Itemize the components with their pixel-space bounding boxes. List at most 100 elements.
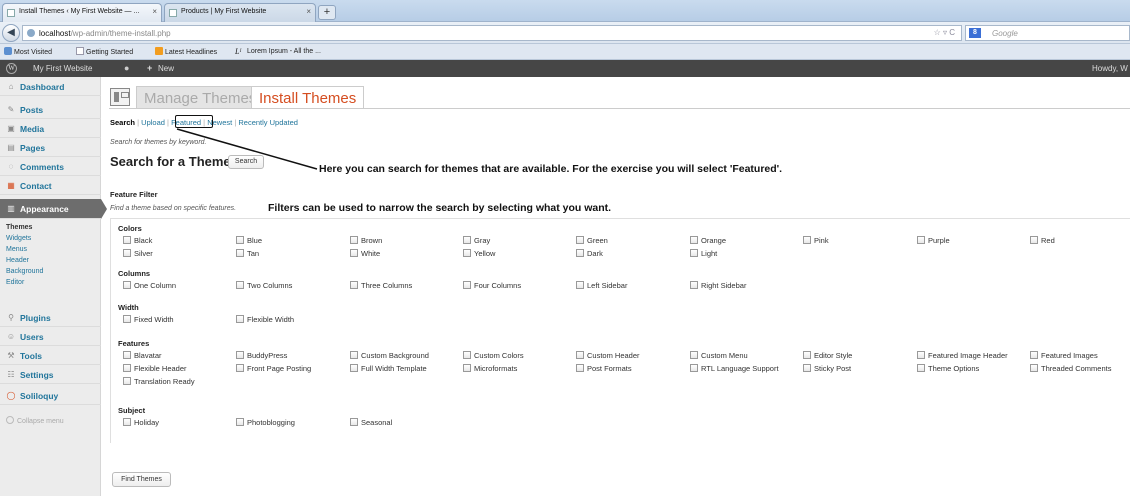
- sidebar-item-contact[interactable]: ▦ Contact: [0, 176, 101, 195]
- sidebar-item-pages[interactable]: ▤ Pages: [0, 138, 101, 157]
- sidebar-item-comments[interactable]: ◌ Comments: [0, 157, 101, 176]
- sidebar-item-users[interactable]: ☺ Users: [0, 327, 101, 346]
- submenu-editor[interactable]: Editor: [6, 279, 24, 286]
- filter-option[interactable]: Custom Background: [350, 351, 429, 360]
- sidebar-item-posts[interactable]: ✎ Posts: [0, 100, 101, 119]
- submenu-header[interactable]: Header: [6, 257, 29, 264]
- filter-checkbox[interactable]: [236, 364, 244, 372]
- url-bar-icons[interactable]: ☆ ▿ C: [934, 28, 955, 37]
- filter-option[interactable]: Full Width Template: [350, 364, 427, 373]
- filter-option[interactable]: Flexible Width: [236, 315, 294, 324]
- filter-checkbox[interactable]: [350, 351, 358, 359]
- filter-checkbox[interactable]: [463, 249, 471, 257]
- filter-checkbox[interactable]: [576, 249, 584, 257]
- filter-checkbox[interactable]: [236, 351, 244, 359]
- browser-tab-products[interactable]: Products | My First Website ×: [164, 3, 316, 22]
- sidebar-item-soliloquy[interactable]: ◯ Soliloquy: [0, 386, 101, 405]
- submenu-themes[interactable]: Themes: [6, 224, 32, 231]
- bookmark-latest-headlines[interactable]: Latest Headlines: [155, 47, 217, 56]
- filter-checkbox[interactable]: [917, 351, 925, 359]
- filter-option[interactable]: Tan: [236, 249, 259, 258]
- filter-checkbox[interactable]: [917, 364, 925, 372]
- filter-checkbox[interactable]: [123, 236, 131, 244]
- search-engine-icon[interactable]: 8: [969, 28, 981, 38]
- plus-icon[interactable]: +: [147, 63, 152, 73]
- filter-checkbox[interactable]: [123, 351, 131, 359]
- filter-option[interactable]: Four Columns: [463, 281, 521, 290]
- filter-option[interactable]: Dark: [576, 249, 603, 258]
- filter-option[interactable]: Gray: [463, 236, 490, 245]
- filter-checkbox[interactable]: [350, 281, 358, 289]
- filter-option[interactable]: Featured Images: [1030, 351, 1098, 360]
- wordpress-logo-icon[interactable]: W: [6, 63, 17, 74]
- filter-option[interactable]: Blue: [236, 236, 262, 245]
- filter-checkbox[interactable]: [350, 249, 358, 257]
- filter-option[interactable]: Photoblogging: [236, 418, 295, 427]
- filter-option[interactable]: Post Formats: [576, 364, 632, 373]
- sidebar-item-settings[interactable]: ☷ Settings: [0, 365, 101, 384]
- browser-search-box[interactable]: 8 Google: [965, 25, 1130, 41]
- url-bar[interactable]: localhost/wp-admin/theme-install.php ☆ ▿…: [22, 25, 962, 41]
- sidebar-item-dashboard[interactable]: ⌂ Dashboard: [0, 77, 101, 96]
- filter-option[interactable]: Pink: [803, 236, 829, 245]
- close-tab-icon[interactable]: ×: [152, 7, 157, 16]
- filter-option[interactable]: Editor Style: [803, 351, 852, 360]
- filter-checkbox[interactable]: [123, 418, 131, 426]
- find-themes-button[interactable]: Find Themes: [112, 472, 171, 487]
- filter-option[interactable]: Orange: [690, 236, 726, 245]
- filter-checkbox[interactable]: [576, 351, 584, 359]
- submenu-background[interactable]: Background: [6, 268, 43, 275]
- bookmark-lorem-ipsum[interactable]: Lᴵ Lorem Ipsum - All the ...: [235, 47, 321, 56]
- filter-checkbox[interactable]: [1030, 351, 1038, 359]
- filter-option[interactable]: One Column: [123, 281, 176, 290]
- filter-option[interactable]: Front Page Posting: [236, 364, 311, 373]
- filter-checkbox[interactable]: [803, 351, 811, 359]
- filter-checkbox[interactable]: [350, 418, 358, 426]
- filter-option[interactable]: Right Sidebar: [690, 281, 746, 290]
- close-tab-icon[interactable]: ×: [306, 7, 311, 16]
- filter-checkbox[interactable]: [803, 364, 811, 372]
- bookmark-most-visited[interactable]: Most Visited: [4, 47, 52, 56]
- filter-checkbox[interactable]: [690, 281, 698, 289]
- filter-checkbox[interactable]: [463, 364, 471, 372]
- sidebar-item-appearance[interactable]: ▥ Appearance: [0, 199, 107, 219]
- filter-checkbox[interactable]: [690, 351, 698, 359]
- filter-option[interactable]: Flexible Header: [123, 364, 187, 373]
- filter-checkbox[interactable]: [690, 236, 698, 244]
- new-tab-button[interactable]: +: [318, 5, 336, 20]
- filter-checkbox[interactable]: [1030, 236, 1038, 244]
- collapse-menu[interactable]: Collapse menu: [6, 416, 64, 425]
- filter-option[interactable]: Theme Options: [917, 364, 979, 373]
- filter-checkbox[interactable]: [690, 364, 698, 372]
- filter-option[interactable]: Green: [576, 236, 608, 245]
- filter-checkbox[interactable]: [123, 364, 131, 372]
- filter-option[interactable]: Custom Header: [576, 351, 640, 360]
- filter-checkbox[interactable]: [576, 364, 584, 372]
- filter-checkbox[interactable]: [690, 249, 698, 257]
- filter-checkbox[interactable]: [803, 236, 811, 244]
- filter-option[interactable]: Red: [1030, 236, 1055, 245]
- filter-checkbox[interactable]: [463, 351, 471, 359]
- filter-checkbox[interactable]: [123, 249, 131, 257]
- filter-checkbox[interactable]: [236, 315, 244, 323]
- filter-checkbox[interactable]: [123, 315, 131, 323]
- filter-checkbox[interactable]: [917, 236, 925, 244]
- filter-checkbox[interactable]: [463, 281, 471, 289]
- sidebar-item-plugins[interactable]: ⚲ Plugins: [0, 308, 101, 327]
- filter-option[interactable]: Translation Ready: [123, 377, 195, 386]
- filter-option[interactable]: Featured Image Header: [917, 351, 1008, 360]
- submenu-menus[interactable]: Menus: [6, 246, 27, 253]
- filter-option[interactable]: Left Sidebar: [576, 281, 627, 290]
- sidebar-item-media[interactable]: ▣ Media: [0, 119, 101, 138]
- submenu-widgets[interactable]: Widgets: [6, 235, 31, 242]
- filter-checkbox[interactable]: [236, 236, 244, 244]
- filter-checkbox[interactable]: [1030, 364, 1038, 372]
- filter-checkbox[interactable]: [350, 236, 358, 244]
- filter-checkbox[interactable]: [463, 236, 471, 244]
- filter-option[interactable]: Fixed Width: [123, 315, 174, 324]
- comments-bubble-icon[interactable]: ●: [124, 63, 129, 73]
- filter-option[interactable]: Black: [123, 236, 152, 245]
- filter-option[interactable]: BuddyPress: [236, 351, 287, 360]
- filter-option[interactable]: Blavatar: [123, 351, 162, 360]
- filter-option[interactable]: Threaded Comments: [1030, 364, 1111, 373]
